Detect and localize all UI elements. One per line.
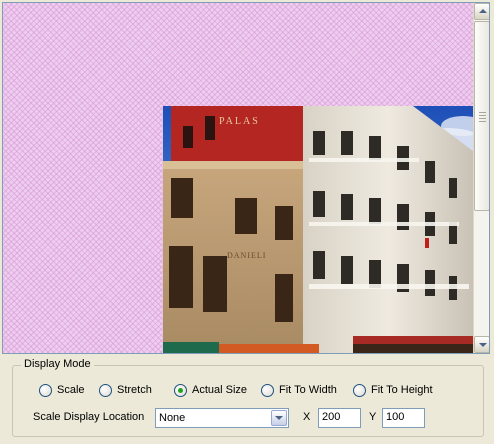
grip-line bbox=[479, 112, 486, 113]
radio-circle[interactable] bbox=[99, 383, 112, 397]
grip-line bbox=[479, 121, 486, 122]
display-mode-options: Scale Stretch Actual Size Fit To Width F… bbox=[39, 382, 479, 398]
facade-text: PALAS bbox=[219, 116, 260, 127]
dropdown-button[interactable] bbox=[271, 410, 287, 426]
scroll-up-button[interactable] bbox=[474, 3, 489, 20]
radio-fit-to-width[interactable]: Fit To Width bbox=[261, 382, 337, 398]
scale-location-row: Scale Display Location None X 200 Y 100 bbox=[33, 408, 473, 428]
radio-scale[interactable]: Scale bbox=[39, 382, 85, 398]
vertical-scrollbar[interactable] bbox=[473, 3, 489, 353]
scroll-down-button[interactable] bbox=[474, 336, 489, 353]
image-viewport[interactable]: PALAS DANIELI bbox=[2, 2, 490, 354]
radio-label: Actual Size bbox=[192, 384, 248, 396]
sign-text: DANIELI bbox=[227, 251, 266, 260]
y-input[interactable]: 100 bbox=[382, 408, 425, 428]
radio-label: Fit To Width bbox=[279, 384, 337, 396]
radio-circle-checked[interactable] bbox=[174, 383, 187, 397]
dropdown-value: None bbox=[159, 412, 186, 424]
x-input[interactable]: 200 bbox=[318, 408, 361, 428]
y-label: Y bbox=[369, 411, 377, 423]
radio-label: Scale bbox=[57, 384, 85, 396]
display-mode-group: Display Mode Scale Stretch Actual Size F… bbox=[12, 358, 484, 437]
radio-fit-to-height[interactable]: Fit To Height bbox=[353, 382, 433, 398]
chevron-down-icon bbox=[275, 416, 283, 420]
display-mode-label: Display Mode bbox=[21, 358, 94, 370]
scale-location-label: Scale Display Location bbox=[33, 411, 145, 423]
venice-hotel-photo: PALAS DANIELI bbox=[163, 106, 473, 353]
x-label: X bbox=[303, 411, 311, 423]
radio-stretch[interactable]: Stretch bbox=[99, 382, 152, 398]
radio-circle[interactable] bbox=[261, 383, 274, 397]
scrollbar-thumb[interactable] bbox=[474, 21, 489, 211]
arrow-up-icon bbox=[479, 9, 487, 13]
checkerboard-background: PALAS DANIELI bbox=[3, 3, 473, 353]
radio-circle[interactable] bbox=[39, 383, 52, 397]
radio-label: Stretch bbox=[117, 384, 152, 396]
displayed-image: PALAS DANIELI bbox=[163, 106, 473, 353]
scale-location-dropdown[interactable]: None bbox=[155, 408, 289, 428]
arrow-down-icon bbox=[479, 343, 487, 347]
grip-line bbox=[479, 115, 486, 116]
radio-circle[interactable] bbox=[353, 383, 366, 397]
grip-line bbox=[479, 118, 486, 119]
radio-actual-size[interactable]: Actual Size bbox=[174, 382, 247, 398]
radio-label: Fit To Height bbox=[371, 384, 433, 396]
